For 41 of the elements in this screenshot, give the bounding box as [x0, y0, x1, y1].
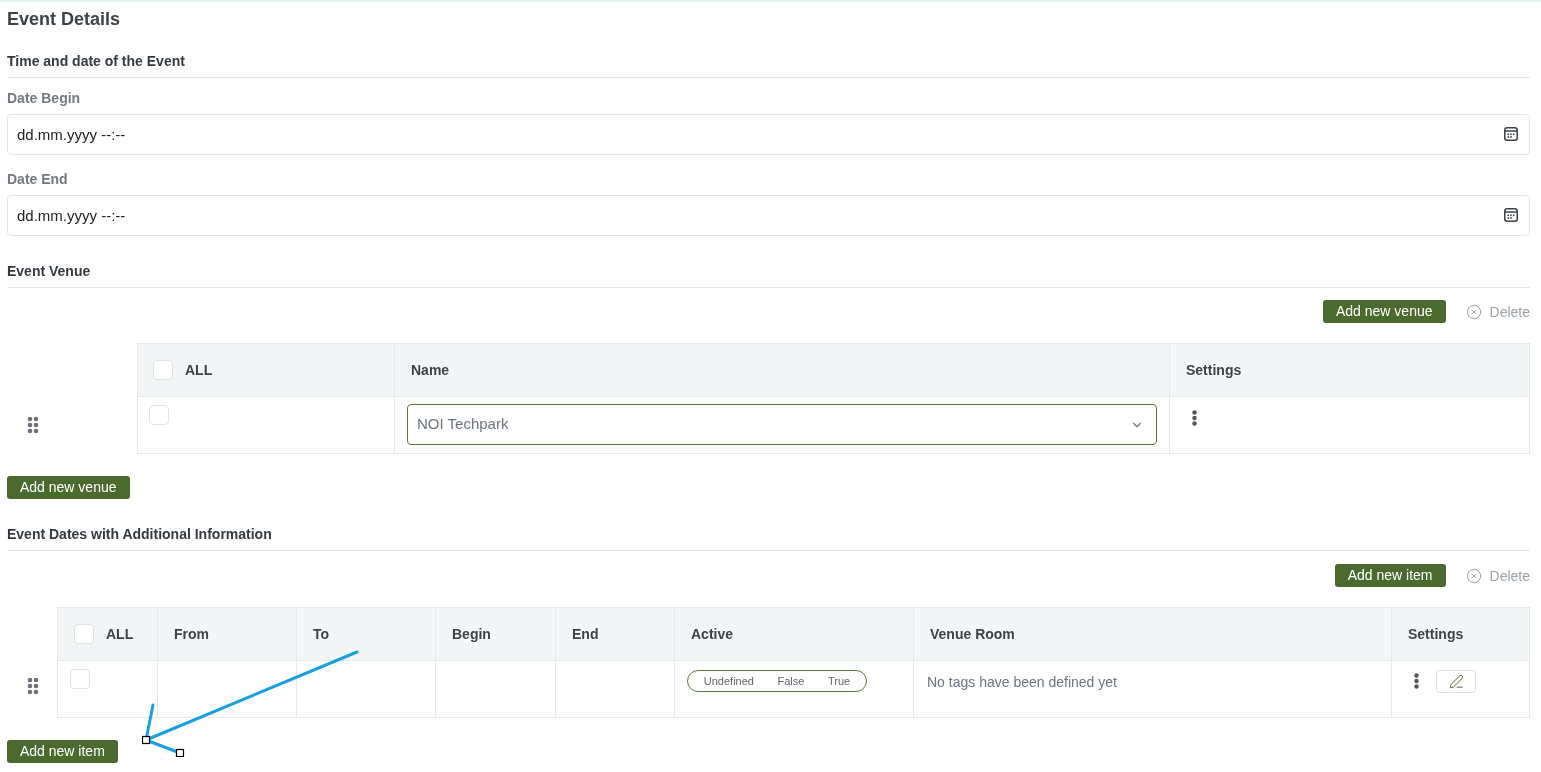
add-button[interactable]: Add new item	[7, 740, 118, 763]
datetime-field[interactable]: dd.mm.yyyy --:--	[7, 195, 1530, 236]
add-button[interactable]: Add new venue	[1323, 300, 1446, 323]
select-all-label: ALL	[106, 624, 134, 644]
column-header: End	[572, 624, 599, 644]
more-vertical-icon[interactable]	[1414, 673, 1419, 689]
checkbox[interactable]	[70, 669, 90, 689]
pencil-icon	[1448, 674, 1464, 689]
more-vertical-icon[interactable]	[1192, 410, 1197, 426]
field-label: Date Begin	[7, 89, 82, 108]
column-header: Venue Room	[930, 624, 1015, 644]
calendar-icon[interactable]	[1504, 208, 1518, 222]
select-all-label: ALL	[185, 360, 213, 380]
field-label: Date End	[7, 170, 69, 189]
section-heading: Time and date of the Event	[7, 52, 186, 71]
add-button[interactable]: Add new item	[1334, 564, 1446, 587]
calendar-icon[interactable]	[1504, 127, 1518, 141]
toggle-option[interactable]: True	[823, 673, 855, 689]
column-header: Settings	[1408, 624, 1464, 644]
column-header: From	[174, 624, 209, 644]
toggle-option[interactable]: Undefined	[699, 673, 758, 689]
drag-handle-icon[interactable]	[27, 415, 39, 434]
section-heading: Event Venue	[7, 262, 92, 281]
x-circle-icon	[1465, 567, 1482, 584]
column-header: Name	[411, 360, 450, 380]
section-heading: Event Dates with Additional Information	[7, 525, 273, 544]
empty-tags-message: No tags have been defined yet	[927, 674, 1117, 690]
drag-handle-icon[interactable]	[27, 676, 39, 695]
venue-select[interactable]: NOI Techpark	[407, 404, 1157, 445]
column-header: Active	[691, 624, 734, 644]
add-button[interactable]: Add new venue	[7, 476, 130, 499]
x-circle-icon	[1465, 303, 1482, 320]
checkbox[interactable]	[149, 405, 169, 425]
checkbox[interactable]	[153, 360, 173, 380]
column-header: Begin	[452, 624, 491, 644]
column-header: Settings	[1186, 360, 1242, 380]
page-title: Event Details	[7, 8, 122, 31]
toggle-option[interactable]: False	[773, 673, 809, 689]
datetime-field[interactable]: dd.mm.yyyy --:--	[7, 114, 1530, 155]
checkbox[interactable]	[74, 624, 94, 644]
column-header: To	[313, 624, 330, 644]
